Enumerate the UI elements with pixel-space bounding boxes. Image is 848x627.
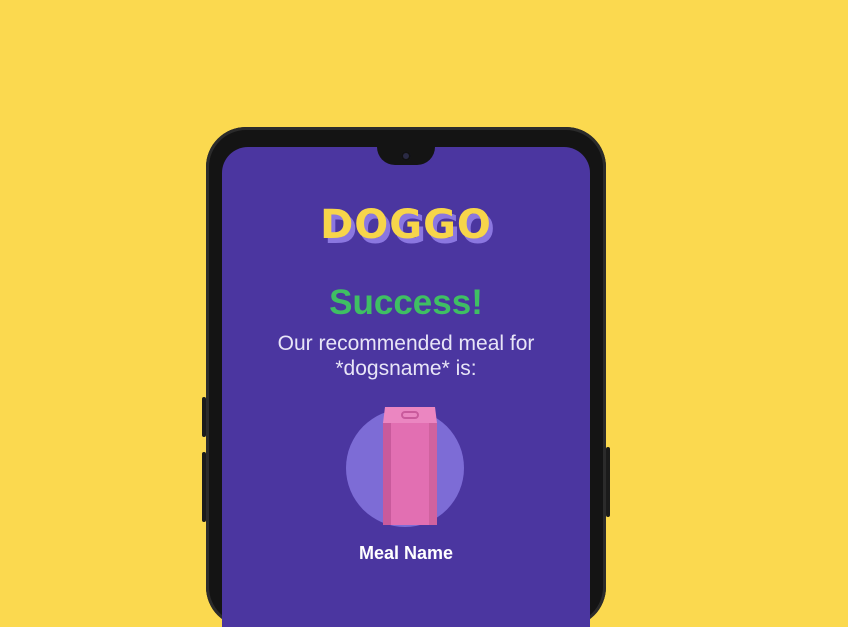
- phone-frame: DOGGO Success! Our recommended meal for …: [202, 127, 610, 627]
- success-title: Success!: [329, 283, 483, 322]
- meal-name: Meal Name: [358, 543, 454, 563]
- recommendation-text: Our recommended meal for *dogsname* is:: [252, 331, 560, 381]
- front-camera-icon: [401, 151, 411, 161]
- food-bag-icon: [383, 407, 437, 525]
- doggo-logo: DOGGO: [320, 202, 492, 248]
- phone-side-button: [202, 397, 206, 437]
- phone-side-button: [202, 452, 206, 522]
- screen-notch: [377, 147, 435, 165]
- recommendation-line-2: *dogsname* is:: [335, 357, 477, 380]
- phone-side-button: [606, 447, 610, 517]
- app-screen: DOGGO Success! Our recommended meal for …: [222, 147, 590, 627]
- recommendation-line-1: Our recommended meal for: [277, 332, 535, 355]
